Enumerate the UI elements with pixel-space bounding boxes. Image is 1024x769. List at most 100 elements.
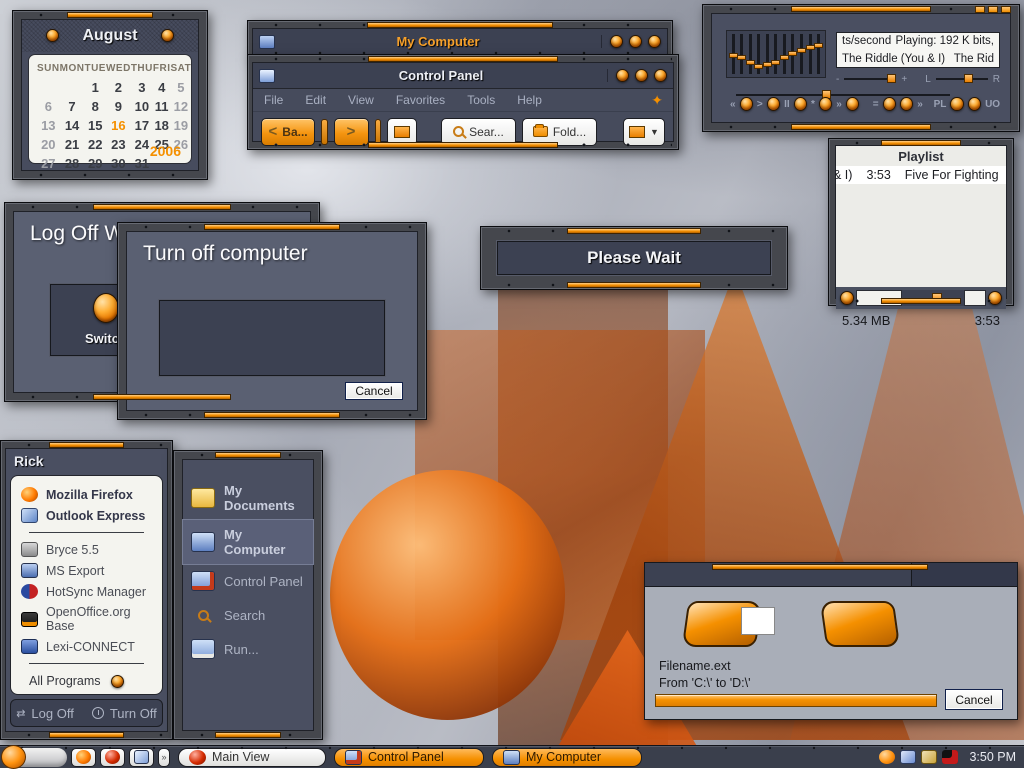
balance-slider[interactable] bbox=[936, 78, 988, 80]
start-menu-item[interactable]: OpenOffice.org Base bbox=[15, 602, 158, 636]
log-off-button[interactable]: ⇄ Log Off bbox=[16, 706, 74, 721]
eq-slider[interactable] bbox=[809, 34, 812, 74]
views-button[interactable]: ▼ bbox=[623, 118, 665, 146]
clock[interactable]: 3:50 PM bbox=[969, 750, 1016, 764]
playlist-title[interactable]: Playlist bbox=[836, 146, 1006, 166]
window-button[interactable] bbox=[654, 69, 667, 82]
calendar-day[interactable]: 4 bbox=[153, 78, 171, 97]
start-menu-item[interactable]: Lexi-CONNECT bbox=[15, 636, 158, 657]
playlist-empty-area[interactable] bbox=[836, 184, 1006, 287]
calendar-day[interactable]: 16 bbox=[106, 116, 131, 135]
calendar-day[interactable]: 7 bbox=[60, 97, 85, 116]
start-menu-item[interactable]: HotSync Manager bbox=[15, 581, 158, 602]
places-item-search[interactable]: Search bbox=[183, 598, 313, 632]
start-menu-item[interactable]: Mozilla Firefox bbox=[15, 484, 158, 505]
window-button[interactable] bbox=[629, 35, 642, 48]
calendar-day[interactable]: 8 bbox=[84, 97, 106, 116]
calendar-day[interactable]: 15 bbox=[84, 116, 106, 135]
menu-item-help[interactable]: Help bbox=[506, 93, 553, 107]
eq-slider[interactable] bbox=[783, 34, 786, 74]
window-button[interactable] bbox=[648, 35, 661, 48]
forward-button[interactable]: > bbox=[334, 118, 369, 146]
toolbar-separator[interactable] bbox=[375, 119, 381, 145]
copy-cancel-button[interactable]: Cancel bbox=[945, 689, 1003, 710]
eq-slider[interactable] bbox=[774, 34, 777, 74]
playlist-row[interactable]: & I) 3:53 Five For Fighting bbox=[836, 166, 1006, 184]
calendar-day[interactable]: 19 bbox=[170, 116, 191, 135]
window-button[interactable] bbox=[616, 69, 629, 82]
calendar-day[interactable]: 30 bbox=[106, 154, 131, 173]
calendar-day[interactable]: 22 bbox=[84, 135, 106, 154]
toolbar-separator[interactable] bbox=[321, 119, 327, 145]
turn-off-button[interactable]: Turn Off bbox=[92, 706, 157, 721]
calendar-day[interactable]: 18 bbox=[153, 116, 171, 135]
cancel-button[interactable]: Cancel bbox=[345, 382, 403, 400]
eq-slider[interactable] bbox=[800, 34, 803, 74]
places-item-run-[interactable]: Run... bbox=[183, 632, 313, 666]
eq-slider[interactable] bbox=[817, 34, 820, 74]
pause-button[interactable] bbox=[794, 97, 807, 111]
calendar-day[interactable]: 10 bbox=[131, 97, 153, 116]
all-programs-button[interactable]: All Programs bbox=[15, 670, 158, 688]
menu-item-view[interactable]: View bbox=[337, 93, 385, 107]
tray-orb-icon[interactable] bbox=[879, 750, 895, 764]
repeat-button[interactable] bbox=[968, 97, 981, 111]
antivirus-icon[interactable] bbox=[942, 750, 958, 764]
eq-slider[interactable] bbox=[791, 34, 794, 74]
forward-button[interactable] bbox=[846, 97, 859, 111]
start-button[interactable] bbox=[3, 748, 67, 767]
rewind-button[interactable] bbox=[740, 97, 753, 111]
copy-dialog-titlebar[interactable] bbox=[645, 563, 1017, 587]
shuffle-button[interactable] bbox=[900, 97, 913, 111]
places-item-control-panel[interactable]: Control Panel bbox=[183, 564, 313, 598]
switch-user-button[interactable] bbox=[93, 293, 119, 323]
my-computer-titlebar[interactable]: My Computer bbox=[253, 29, 667, 55]
eq-toggle-button[interactable] bbox=[883, 97, 896, 111]
menu-item-file[interactable]: File bbox=[253, 93, 294, 107]
play-button[interactable] bbox=[767, 97, 780, 111]
calendar-day[interactable]: 11 bbox=[153, 97, 171, 116]
calendar-day[interactable]: 28 bbox=[60, 154, 85, 173]
calendar-day[interactable]: 29 bbox=[84, 154, 106, 173]
calendar-day[interactable]: 20 bbox=[37, 135, 60, 154]
start-menu-item[interactable]: MS Export bbox=[15, 560, 158, 581]
calendar-day[interactable]: 5 bbox=[170, 78, 191, 97]
menu-item-edit[interactable]: Edit bbox=[294, 93, 337, 107]
control-panel-titlebar[interactable]: Control Panel bbox=[253, 63, 673, 89]
calendar-day[interactable]: 27 bbox=[37, 154, 60, 173]
volume-slider[interactable] bbox=[844, 78, 896, 80]
stop-button[interactable] bbox=[819, 97, 832, 111]
calendar-day[interactable]: 14 bbox=[60, 116, 85, 135]
calendar-led-right[interactable] bbox=[161, 29, 174, 42]
calendar-day[interactable]: 21 bbox=[60, 135, 85, 154]
calendar-led-left[interactable] bbox=[46, 29, 59, 42]
window-button[interactable] bbox=[610, 35, 623, 48]
eq-slider[interactable] bbox=[766, 34, 769, 74]
calendar-day[interactable]: 1 bbox=[84, 78, 106, 97]
eq-slider[interactable] bbox=[749, 34, 752, 74]
eq-slider[interactable] bbox=[740, 34, 743, 74]
playlist-toggle-button[interactable] bbox=[950, 97, 963, 111]
menu-star-icon[interactable]: ✦ bbox=[651, 92, 663, 109]
back-button[interactable]: < Ba... bbox=[261, 118, 315, 146]
calendar-day[interactable]: 12 bbox=[170, 97, 191, 116]
calendar-day[interactable]: 3 bbox=[131, 78, 153, 97]
calendar-day[interactable]: 9 bbox=[106, 97, 131, 116]
start-menu-item[interactable]: Outlook Express bbox=[15, 505, 158, 526]
eq-slider[interactable] bbox=[757, 34, 760, 74]
window-button[interactable] bbox=[635, 69, 648, 82]
start-menu-item[interactable]: Bryce 5.5 bbox=[15, 539, 158, 560]
menu-item-favorites[interactable]: Favorites bbox=[385, 93, 456, 107]
network-icon[interactable] bbox=[900, 750, 916, 764]
hotsync-icon[interactable] bbox=[921, 750, 937, 764]
playlist-scroll-right-button[interactable] bbox=[988, 291, 1002, 305]
equalizer[interactable] bbox=[726, 30, 826, 78]
calendar-day[interactable]: 13 bbox=[37, 116, 60, 135]
calendar-day[interactable]: 2 bbox=[106, 78, 131, 97]
calendar-day[interactable]: 23 bbox=[106, 135, 131, 154]
places-item-my-documents[interactable]: My Documents bbox=[183, 476, 313, 520]
calendar-day[interactable]: 6 bbox=[37, 97, 60, 116]
eq-slider[interactable] bbox=[732, 34, 735, 74]
player-window-buttons[interactable] bbox=[975, 6, 1011, 13]
places-item-my-computer[interactable]: My Computer bbox=[183, 520, 313, 564]
